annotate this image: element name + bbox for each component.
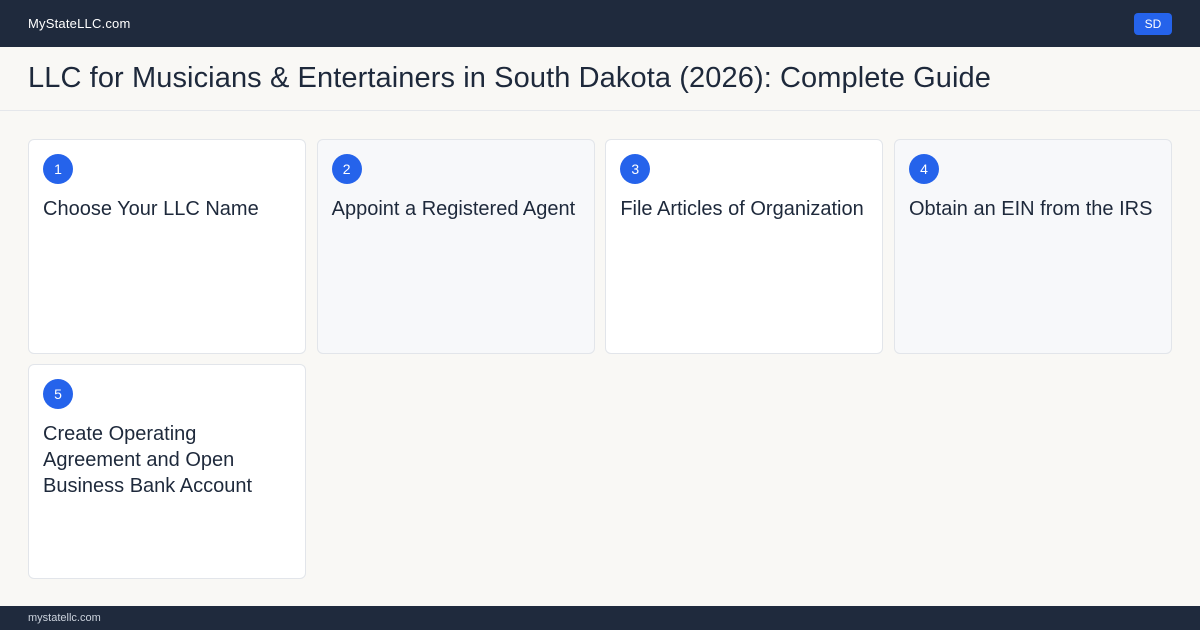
title-section: LLC for Musicians & Entertainers in Sout…	[0, 47, 1200, 111]
site-brand-link[interactable]: MyStateLLC.com	[28, 16, 131, 31]
footer-bar: mystatellc.com	[0, 606, 1200, 630]
step-card-2: 2 Appoint a Registered Agent	[316, 139, 595, 354]
step-number-badge: 5	[43, 379, 73, 409]
state-badge: SD	[1134, 12, 1172, 35]
step-title: Appoint a Registered Agent	[331, 198, 576, 220]
step-card-4: 4 Obtain an EIN from the IRS	[893, 139, 1172, 354]
top-navigation-bar: MyStateLLC.com SD	[0, 0, 1200, 47]
step-number-badge: 3	[620, 154, 651, 184]
step-card-1: 1 Choose Your LLC Name	[28, 139, 306, 354]
page-title: LLC for Musicians & Entertainers in Sout…	[28, 62, 991, 94]
step-title: Obtain an EIN from the IRS	[908, 198, 1153, 220]
step-number-badge: 4	[908, 154, 939, 184]
step-number-badge: 1	[43, 154, 73, 184]
steps-grid: 1 Choose Your LLC Name 2 Appoint a Regis…	[28, 139, 1172, 579]
step-title: Choose Your LLC Name	[43, 198, 259, 220]
step-number-badge: 2	[331, 154, 362, 184]
step-card-5: 5 Create Operating Agreement and Open Bu…	[28, 364, 306, 579]
step-card-3: 3 File Articles of Organization	[605, 139, 884, 354]
step-title: File Articles of Organization	[620, 198, 864, 220]
step-title: Create Operating Agreement and Open Busi…	[43, 423, 253, 497]
footer-domain: mystatellc.com	[28, 612, 101, 624]
